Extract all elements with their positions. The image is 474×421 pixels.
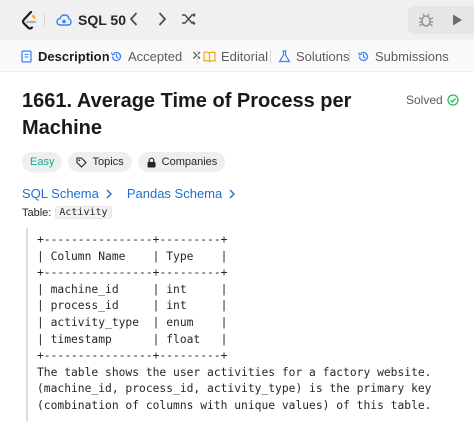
random-problem-button[interactable] — [181, 11, 197, 29]
topics-button[interactable]: Topics — [68, 152, 132, 172]
run-controls — [408, 6, 474, 34]
companies-button[interactable]: Companies — [137, 152, 226, 172]
problem-title-line: 1661. Average Time of Process per — [22, 90, 352, 112]
tab-bar: Description Accepted ✕ Editorial Solutio… — [0, 40, 474, 72]
prev-problem-button[interactable] — [126, 11, 142, 29]
top-nav: SQL 50 — [0, 0, 474, 40]
problem-tags: Easy Topics Companies — [22, 152, 226, 172]
shuffle-icon — [182, 13, 196, 25]
difficulty-label: Easy — [30, 156, 55, 168]
tab-separator — [270, 50, 271, 63]
chevron-right-icon — [106, 189, 112, 198]
problem-title-line: Machine — [22, 117, 103, 139]
tab-label: Accepted — [128, 48, 183, 64]
next-problem-button[interactable] — [154, 11, 170, 29]
companies-label: Companies — [161, 156, 218, 168]
tag-icon — [76, 156, 88, 168]
schema-text: +----------------+---------+ | Column Na… — [37, 233, 432, 412]
tab-solutions[interactable]: Solutions — [278, 40, 349, 72]
tab-accepted[interactable]: Accepted ✕ — [110, 40, 202, 72]
problem-list-name: SQL 50 — [78, 12, 126, 28]
tab-description[interactable]: Description — [20, 40, 110, 72]
document-icon — [21, 49, 32, 63]
tab-label: Solutions — [296, 48, 350, 64]
nav-divider — [44, 13, 45, 27]
flask-icon — [278, 49, 291, 62]
history-icon — [357, 51, 369, 61]
chevron-left-icon — [129, 12, 138, 26]
cloud-icon — [56, 14, 72, 26]
table-prefix: Table: — [22, 206, 52, 219]
chevron-right-icon — [229, 189, 236, 198]
solved-label: Solved — [406, 93, 443, 107]
tab-label: Editorial — [221, 48, 268, 64]
tab-label: Description — [38, 48, 110, 64]
check-circle-icon — [447, 94, 459, 106]
solved-status: Solved — [406, 93, 459, 107]
chevron-right-icon — [158, 12, 167, 26]
tab-editorial[interactable]: Editorial — [203, 40, 268, 72]
tab-separator — [197, 50, 198, 63]
pandas-schema-link[interactable]: Pandas Schema — [127, 186, 236, 201]
schema-links: SQL Schema Pandas Schema — [22, 186, 236, 201]
book-icon — [203, 51, 216, 62]
table-caption: Table: Activity — [22, 206, 112, 219]
tab-label: Submissions — [375, 48, 449, 64]
leetcode-logo[interactable] — [20, 11, 38, 31]
tab-separator — [349, 50, 350, 63]
sql-schema-link[interactable]: SQL Schema — [22, 186, 113, 201]
tab-submissions[interactable]: Submissions — [357, 40, 449, 72]
tab-separator — [102, 50, 103, 63]
play-icon[interactable] — [450, 13, 464, 27]
history-icon — [110, 51, 122, 61]
table-name: Activity — [55, 206, 112, 219]
schema-code-block: +----------------+---------+ | Column Na… — [26, 228, 474, 421]
lock-icon — [147, 157, 156, 167]
link-label: Pandas Schema — [126, 186, 223, 201]
bug-icon[interactable] — [418, 12, 434, 28]
topics-label: Topics — [92, 156, 124, 168]
problem-list-button[interactable]: SQL 50 — [56, 12, 126, 28]
difficulty-badge: Easy — [22, 152, 63, 172]
link-label: SQL Schema — [22, 186, 99, 201]
problem-title: 1661. Average Time of Process per Machin… — [22, 88, 382, 142]
